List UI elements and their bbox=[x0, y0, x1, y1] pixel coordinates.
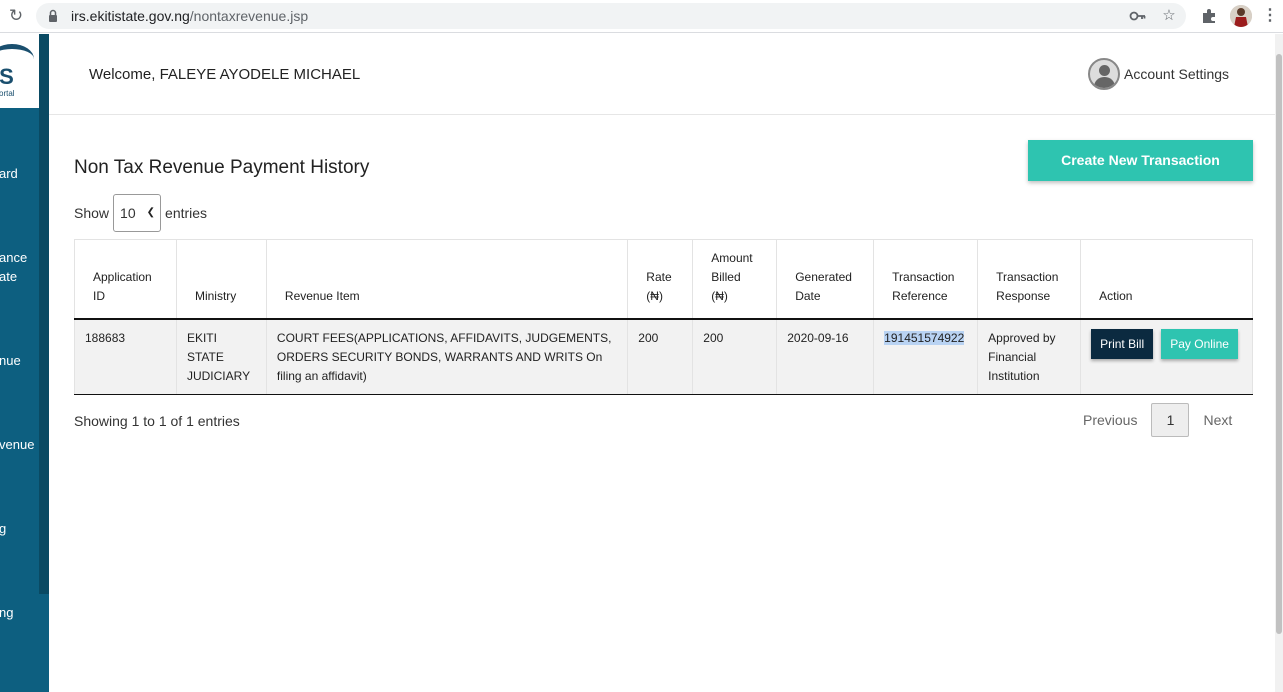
cell-rate: 200 bbox=[627, 318, 693, 395]
sidebar-item-revenue[interactable]: nue bbox=[0, 353, 21, 368]
payment-history-table: Application ID Ministry Revenue Item Rate… bbox=[74, 239, 1253, 395]
cell-transaction-reference: 191451574922 bbox=[873, 318, 978, 395]
print-bill-button[interactable]: Print Bill bbox=[1091, 328, 1154, 359]
page-header: Welcome, FALEYE AYODELE MICHAEL Account … bbox=[49, 34, 1283, 115]
page-button-1[interactable]: 1 bbox=[1151, 403, 1190, 437]
show-label: Show bbox=[74, 205, 110, 221]
url-host: irs.ekitistate.gov.ng bbox=[71, 8, 190, 24]
url-text: irs.ekitistate.gov.ng/nontaxrevenue.jsp bbox=[71, 8, 308, 24]
profile-picture-icon bbox=[1230, 5, 1252, 27]
entries-select[interactable]: 10 ❮ bbox=[113, 194, 162, 232]
star-icon[interactable]: ☆ bbox=[1160, 7, 1178, 25]
previous-page-button[interactable]: Previous bbox=[1073, 412, 1147, 428]
address-bar[interactable]: irs.ekitistate.gov.ng/nontaxrevenue.jsp … bbox=[36, 3, 1186, 29]
next-page-button[interactable]: Next bbox=[1193, 412, 1242, 428]
account-settings-label: Account Settings bbox=[1124, 66, 1230, 82]
table-header-row: Application ID Ministry Revenue Item Rate… bbox=[74, 239, 1253, 320]
key-icon[interactable] bbox=[1129, 7, 1147, 25]
welcome-text: Welcome, FALEYE AYODELE MICHAEL bbox=[89, 66, 361, 83]
logo[interactable]: IS ortal bbox=[0, 34, 39, 108]
sidebar-item-dashboard[interactable]: ard bbox=[0, 166, 18, 181]
column-header-transaction-response[interactable]: Transaction Response bbox=[977, 239, 1081, 320]
page-scrollbar-thumb[interactable] bbox=[1276, 54, 1282, 634]
pagination: Previous 1 Next bbox=[1073, 403, 1242, 437]
logo-text: IS bbox=[0, 64, 14, 89]
puzzle-extension-icon[interactable] bbox=[1200, 7, 1218, 25]
url-path: /nontaxrevenue.jsp bbox=[189, 8, 309, 24]
browser-menu-icon[interactable]: ⋮ bbox=[1262, 6, 1278, 26]
sidebar-item-g[interactable]: g bbox=[0, 521, 6, 536]
chevron-down-icon: ❮ bbox=[146, 207, 156, 218]
browser-toolbar: ↻ irs.ekitistate.gov.ng/nontaxrevenue.js… bbox=[0, 0, 1283, 33]
column-header-revenue-item[interactable]: Revenue Item bbox=[265, 239, 628, 320]
cell-ministry: EKITI STATE JUDICIARY bbox=[175, 318, 267, 395]
create-new-transaction-button[interactable]: Create New Transaction bbox=[1028, 140, 1253, 181]
cell-generated-date: 2020-09-16 bbox=[776, 318, 874, 395]
column-header-transaction-reference[interactable]: Transaction Reference bbox=[873, 239, 978, 320]
sidebar-scrollbar[interactable] bbox=[39, 34, 49, 594]
column-header-amount-billed[interactable]: Amount Billed (₦) bbox=[692, 239, 777, 320]
cell-action: Print Bill Pay Online bbox=[1080, 318, 1253, 395]
sidebar: IS ortal ard ance ate nue venue g ng bbox=[0, 34, 49, 692]
sidebar-item-compliance[interactable]: ance bbox=[0, 250, 27, 265]
cell-application-id: 188683 bbox=[74, 318, 177, 395]
column-header-rate[interactable]: Rate (₦) bbox=[627, 239, 693, 320]
table-info: Showing 1 to 1 of 1 entries bbox=[74, 413, 240, 429]
logo-subtitle: ortal bbox=[0, 89, 15, 98]
column-header-action[interactable]: Action bbox=[1080, 239, 1253, 320]
lock-icon bbox=[49, 9, 57, 22]
page-scrollbar[interactable] bbox=[1275, 34, 1283, 692]
cell-transaction-response: Approved by Financial Institution bbox=[977, 318, 1081, 395]
column-header-generated-date[interactable]: Generated Date bbox=[776, 239, 874, 320]
reload-icon[interactable]: ↻ bbox=[6, 6, 26, 26]
sidebar-item-ng[interactable]: ng bbox=[0, 605, 13, 620]
profile-avatar[interactable] bbox=[1230, 5, 1252, 27]
sidebar-item-non-tax-revenue[interactable]: venue bbox=[0, 437, 34, 452]
column-header-application-id[interactable]: Application ID bbox=[74, 239, 177, 320]
transaction-reference-value: 191451574922 bbox=[884, 330, 965, 345]
page-title: Non Tax Revenue Payment History bbox=[74, 157, 370, 178]
cell-amount-billed: 200 bbox=[692, 318, 777, 395]
account-settings-link[interactable]: Account Settings bbox=[1088, 58, 1229, 90]
entries-select-value: 10 bbox=[120, 205, 136, 221]
user-avatar-icon bbox=[1088, 58, 1120, 90]
cell-revenue-item: COURT FEES(APPLICATIONS, AFFIDAVITS, JUD… bbox=[265, 318, 628, 395]
entries-label: entries bbox=[165, 205, 208, 221]
pay-online-button[interactable]: Pay Online bbox=[1161, 328, 1239, 359]
length-control: Show 10 ❮ entries bbox=[74, 194, 207, 232]
sidebar-item-compliance-line2[interactable]: ate bbox=[0, 269, 17, 284]
table-row: 188683 EKITI STATE JUDICIARY COURT FEES(… bbox=[74, 318, 1253, 395]
column-header-ministry[interactable]: Ministry bbox=[175, 239, 267, 320]
